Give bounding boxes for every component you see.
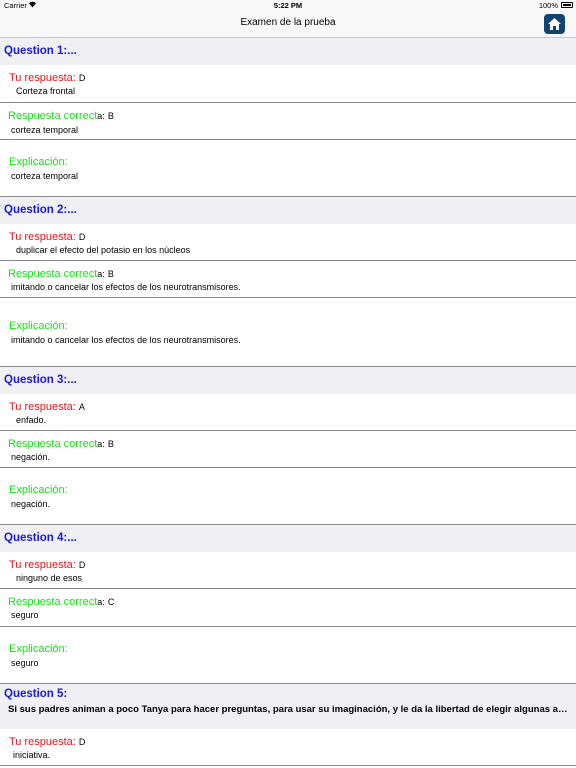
correct-answer-letter: C (107, 597, 115, 607)
your-answer-letter: D (78, 73, 86, 83)
your-answer-label: Tu respuesta: D (9, 231, 86, 243)
your-answer-cell: Tu respuesta: D Corteza frontal (0, 65, 576, 103)
question-title: Question 5: (4, 688, 68, 700)
explanation-label: Explicación: (9, 484, 68, 496)
results-list[interactable]: Question 1:... Tu respuesta: D Corteza f… (0, 38, 576, 766)
correct-answer-label: Respuesta correcta: B (8, 110, 114, 122)
correct-answer-label: Respuesta correcta: C (8, 596, 115, 608)
correct-answer-label: Respuesta correcta: B (8, 268, 114, 280)
your-answer-letter: D (78, 560, 86, 570)
your-answer-label: Tu respuesta: D (9, 72, 86, 84)
explanation-text: seguro (11, 658, 39, 668)
correct-answer-text: negación. (11, 452, 51, 462)
explanation-cell: Explicación: negación. (0, 468, 576, 525)
explanation-text: imitando o cancelar los efectos de los n… (11, 335, 241, 345)
battery-icon (561, 2, 573, 8)
explanation-cell: Explicación: seguro (0, 627, 576, 684)
your-answer-label: Tu respuesta: D (9, 736, 86, 748)
correct-answer-text: corteza temporal (11, 125, 79, 135)
explanation-label: Explicación: (9, 320, 68, 332)
your-answer-letter: D (78, 737, 86, 747)
correct-answer-letter: B (107, 111, 114, 121)
your-answer-text: Corteza frontal (16, 86, 76, 96)
your-answer-label: Tu respuesta: A (9, 401, 85, 413)
explanation-cell: Explicación: corteza temporal (0, 140, 576, 197)
your-answer-text: ninguno de esos (16, 573, 83, 583)
correct-answer-letter: B (107, 269, 114, 279)
your-answer-cell: Tu respuesta: D iniciativa. (0, 729, 576, 766)
explanation-text: negación. (11, 499, 51, 509)
your-answer-text: duplicar el efecto del potasio en los nú… (16, 245, 191, 255)
question-header: Question 4:... (0, 525, 576, 552)
question-text: Si sus padres animan a poco Tanya para h… (8, 704, 572, 715)
explanation-text: corteza temporal (11, 171, 79, 181)
correct-answer-label: Respuesta correcta: B (8, 438, 114, 450)
correct-answer-cell: Respuesta correcta: C seguro (0, 589, 576, 627)
status-time: 5:22 PM (273, 1, 303, 10)
correct-answer-text: imitando o cancelar los efectos de los n… (11, 282, 241, 292)
correct-answer-text: seguro (11, 610, 39, 620)
your-answer-label: Tu respuesta: D (9, 559, 86, 571)
question-header: Question 2:... (0, 197, 576, 224)
correct-answer-letter: B (107, 439, 114, 449)
explanation-label: Explicación: (9, 643, 68, 655)
your-answer-text: enfado. (16, 415, 47, 425)
explanation-cell: Explicación: imitando o cancelar los efe… (0, 298, 576, 367)
question-header: Question 3:... (0, 367, 576, 394)
your-answer-cell: Tu respuesta: D ninguno de esos (0, 552, 576, 589)
your-answer-letter: D (78, 232, 86, 242)
question-header: Question 1:... (0, 38, 576, 65)
your-answer-text: iniciativa. (13, 750, 51, 760)
status-bar: Carrier 5:22 PM 100% (0, 0, 576, 12)
your-answer-cell: Tu respuesta: D duplicar el efecto del p… (0, 224, 576, 261)
explanation-label: Explicación: (9, 156, 68, 168)
navigation-bar: Examen de la prueba (0, 12, 576, 38)
battery-percentage: 100% (538, 1, 558, 10)
your-answer-cell: Tu respuesta: A enfado. (0, 394, 576, 431)
correct-answer-cell: Respuesta correcta: B imitando o cancela… (0, 261, 576, 298)
correct-answer-cell: Respuesta correcta: B negación. (0, 431, 576, 468)
question-header: Question 5: Si sus padres animan a poco … (0, 684, 576, 729)
home-icon (548, 18, 561, 30)
page-title: Examen de la prueba (240, 17, 336, 28)
home-button[interactable] (544, 14, 565, 34)
correct-answer-cell: Respuesta correcta: B corteza temporal (0, 103, 576, 140)
your-answer-letter: A (78, 402, 85, 412)
